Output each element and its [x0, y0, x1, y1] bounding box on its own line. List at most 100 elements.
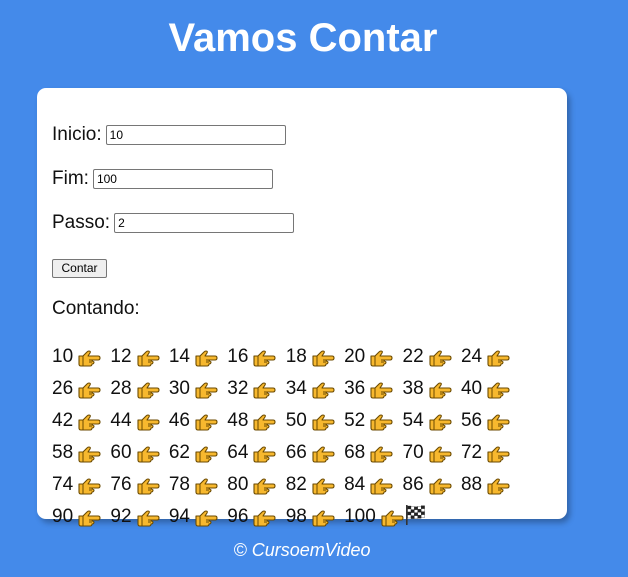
page-title: Vamos Contar [168, 16, 438, 60]
count-value: 36 [344, 375, 393, 407]
count-value: 96 [227, 503, 276, 535]
count-number: 46 [168, 410, 190, 431]
count-value: 56 [461, 407, 510, 439]
pointing-hand-icon [428, 412, 452, 439]
count-number: 64 [227, 442, 249, 463]
count-number: 16 [227, 346, 249, 367]
count-value: 90 [52, 503, 101, 535]
pointing-hand-icon [77, 508, 101, 535]
pointing-hand-icon [486, 476, 510, 503]
count-value: 100 [344, 503, 426, 535]
passo-label: Passo: [52, 212, 111, 233]
pointing-hand-icon [194, 380, 218, 407]
count-value: 28 [110, 375, 160, 407]
pointing-hand-icon [77, 380, 101, 407]
count-number: 92 [110, 506, 132, 527]
count-number: 50 [285, 410, 307, 431]
count-result: 10 12 14 16 18 20 22 24 26 28 30 32 34 3… [52, 343, 557, 535]
count-number: 84 [344, 474, 366, 495]
count-number: 48 [227, 410, 249, 431]
pointing-hand-icon [486, 380, 510, 407]
count-value: 62 [169, 439, 218, 471]
pointing-hand-icon [369, 412, 393, 439]
count-number: 56 [460, 410, 483, 431]
count-number: 42 [52, 410, 74, 431]
count-number: 40 [460, 378, 483, 399]
contar-button[interactable]: Contar [52, 259, 107, 278]
inicio-input[interactable] [105, 125, 286, 145]
count-number: 90 [52, 506, 74, 527]
count-number: 100 [344, 506, 376, 527]
pointing-hand-icon [136, 348, 160, 375]
count-number: 52 [344, 410, 366, 431]
count-number: 20 [344, 346, 366, 367]
pointing-hand-icon [311, 476, 335, 503]
count-number: 32 [227, 378, 249, 399]
pointing-hand-icon [77, 412, 101, 439]
count-value: 32 [227, 375, 276, 407]
fim-row: Fim: [52, 167, 273, 191]
pointing-hand-icon [311, 444, 335, 471]
pointing-hand-icon [194, 444, 218, 471]
checkered-flag-icon [404, 504, 426, 534]
count-value: 24 [461, 343, 510, 375]
count-number: 12 [110, 346, 132, 367]
count-value: 12 [110, 343, 160, 375]
count-number: 68 [344, 442, 366, 463]
passo-input[interactable] [114, 213, 295, 233]
count-number: 98 [285, 506, 307, 527]
count-number: 74 [52, 474, 74, 495]
pointing-hand-icon [194, 412, 218, 439]
count-value: 58 [52, 439, 101, 471]
count-value: 86 [403, 471, 452, 503]
count-number: 28 [110, 378, 132, 399]
fim-input[interactable] [92, 169, 273, 189]
count-value: 48 [227, 407, 276, 439]
passo-row: Passo: [52, 211, 295, 235]
pointing-hand-icon [428, 348, 452, 375]
count-number: 24 [460, 346, 483, 367]
count-value: 84 [344, 471, 393, 503]
count-value: 92 [110, 503, 160, 535]
count-number: 80 [227, 474, 249, 495]
count-value: 68 [344, 439, 393, 471]
count-value: 70 [403, 439, 452, 471]
count-number: 54 [402, 410, 424, 431]
count-value: 98 [286, 503, 335, 535]
pointing-hand-icon [194, 348, 218, 375]
count-number: 82 [285, 474, 307, 495]
count-number: 22 [402, 346, 424, 367]
pointing-hand-icon [486, 444, 510, 471]
inicio-label: Inicio: [52, 124, 102, 145]
count-value: 42 [52, 407, 101, 439]
count-number: 36 [344, 378, 366, 399]
count-number: 60 [110, 442, 132, 463]
count-number: 14 [168, 346, 190, 367]
count-number: 30 [168, 378, 190, 399]
pointing-hand-icon [369, 476, 393, 503]
count-value: 34 [286, 375, 335, 407]
count-value: 14 [169, 343, 218, 375]
counter-card: Inicio: Fim: Passo: Contar Contando: 10 … [37, 88, 567, 527]
pointing-hand-icon [311, 348, 335, 375]
count-value: 52 [344, 407, 393, 439]
count-number: 26 [52, 378, 74, 399]
count-number: 10 [52, 346, 74, 367]
count-number: 34 [285, 378, 307, 399]
pointing-hand-icon [486, 412, 510, 439]
count-value: 78 [169, 471, 218, 503]
pointing-hand-icon [311, 412, 335, 439]
pointing-hand-icon [77, 348, 101, 375]
pointing-hand-icon [77, 476, 101, 503]
count-number: 94 [168, 506, 190, 527]
count-value: 94 [169, 503, 218, 535]
pointing-hand-icon [486, 348, 510, 375]
count-value: 74 [52, 471, 101, 503]
pointing-hand-icon [194, 508, 218, 535]
pointing-hand-icon [252, 412, 276, 439]
pointing-hand-icon [136, 380, 160, 407]
count-value: 46 [169, 407, 218, 439]
count-number: 44 [110, 410, 132, 431]
count-value: 40 [461, 375, 510, 407]
count-value: 44 [110, 407, 160, 439]
